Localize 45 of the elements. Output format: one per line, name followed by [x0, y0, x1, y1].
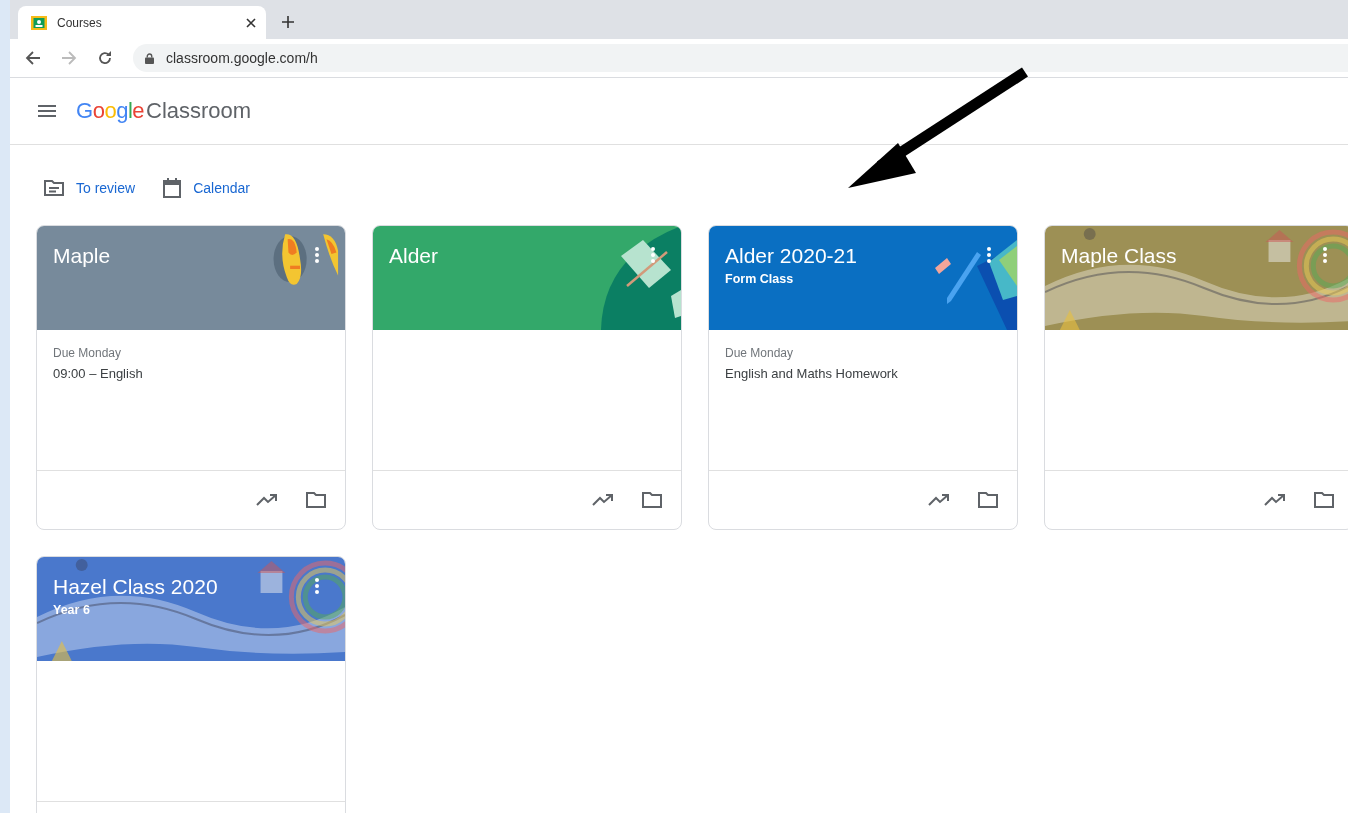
folder-icon[interactable] — [642, 492, 662, 508]
trending-icon[interactable] — [1264, 494, 1286, 506]
course-title[interactable]: Hazel Class 2020 — [53, 575, 218, 599]
course-card[interactable]: Alder — [372, 225, 682, 530]
more-icon[interactable] — [987, 247, 991, 263]
trending-icon[interactable] — [256, 494, 278, 506]
logo-text: Google — [76, 98, 144, 124]
more-icon[interactable] — [315, 578, 319, 594]
classroom-icon — [31, 14, 47, 31]
folder-icon[interactable] — [978, 492, 998, 508]
new-tab-icon[interactable] — [282, 16, 294, 28]
due-label: Due Monday — [725, 346, 794, 360]
calendar-icon — [163, 178, 182, 198]
course-card[interactable]: Maple Class — [1044, 225, 1348, 530]
reload-icon[interactable] — [97, 50, 113, 66]
toolbar-link[interactable]: Calendar — [163, 177, 250, 199]
more-icon[interactable] — [651, 247, 655, 263]
course-card[interactable]: Maple Due Monday 09:00 – English — [36, 225, 346, 530]
folder-list-icon — [44, 180, 64, 196]
course-title[interactable]: Alder — [389, 244, 439, 268]
course-section: Form Class — [725, 272, 794, 286]
browser-tab[interactable]: Courses — [18, 6, 266, 39]
course-title[interactable]: Maple Class — [1061, 244, 1177, 268]
trending-icon[interactable] — [928, 494, 950, 506]
close-icon[interactable] — [246, 17, 256, 28]
assignment-link[interactable]: English and Maths Homework — [725, 366, 898, 381]
course-title[interactable]: Alder 2020-21 — [725, 244, 857, 268]
menu-icon[interactable] — [38, 105, 56, 117]
more-icon[interactable] — [1323, 247, 1327, 263]
folder-icon[interactable] — [306, 492, 326, 508]
course-section: Year 6 — [53, 603, 90, 617]
trending-icon[interactable] — [592, 494, 614, 506]
folder-icon[interactable] — [1314, 492, 1334, 508]
toolbar-link[interactable]: To review — [44, 177, 136, 199]
more-icon[interactable] — [315, 247, 319, 263]
tab-title: Courses — [57, 15, 103, 30]
address-bar[interactable]: classroom.google.com/h — [133, 44, 1348, 72]
app-name: Classroom — [146, 98, 252, 124]
course-card[interactable]: Alder 2020-21 Form Class Due Monday English and Maths Homework — [708, 225, 1018, 530]
lock-icon — [145, 52, 154, 64]
back-icon[interactable] — [25, 50, 41, 66]
course-title[interactable]: Maple — [53, 244, 111, 268]
due-label: Due Monday — [53, 346, 122, 360]
course-card[interactable]: Hazel Class 2020 Year 6 — [36, 556, 346, 813]
assignment-link[interactable]: 09:00 – English — [53, 366, 143, 381]
